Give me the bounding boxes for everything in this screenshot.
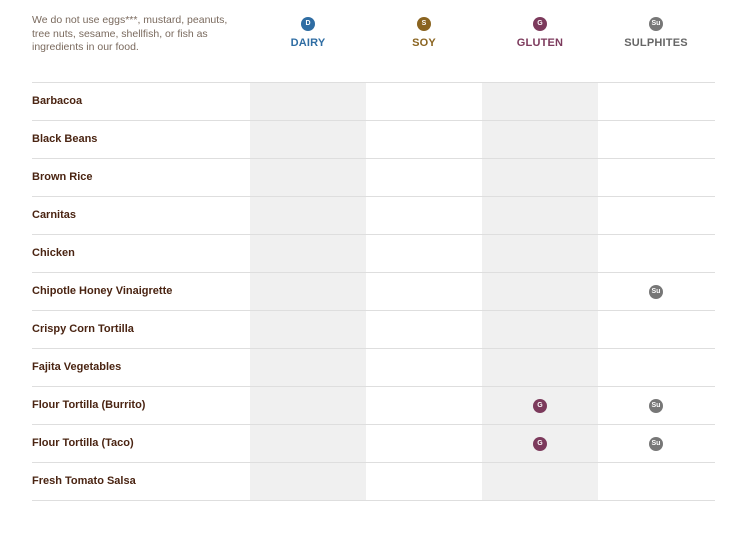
cell-dairy: [250, 311, 366, 348]
sulphites-icon: Su: [649, 17, 663, 31]
ingredient-name: Flour Tortilla (Taco): [32, 437, 134, 449]
cell-dairy: [250, 235, 366, 272]
table-row: Crispy Corn Tortilla: [32, 310, 715, 348]
sulphites-icon: Su: [649, 436, 663, 451]
cell-soy: [366, 501, 482, 538]
cell-soy: [366, 425, 482, 462]
cell-sulph: [598, 197, 714, 234]
cell-sulph: [598, 235, 714, 272]
cell-gluten: [482, 197, 598, 234]
ingredient-name: Fresh Tomato Salsa: [32, 475, 136, 487]
cell-gluten: G: [482, 425, 598, 462]
cell-dairy: [250, 387, 366, 424]
cell-sulph: Su: [598, 273, 714, 310]
cell-dairy: [250, 273, 366, 310]
cell-gluten: [482, 159, 598, 196]
cell-soy: [366, 349, 482, 386]
cell-sulph: Su: [598, 425, 714, 462]
cell-gluten: [482, 311, 598, 348]
ingredient-name: Barbacoa: [32, 95, 83, 107]
allergen-table: Barbacoa Black Beans Brown Rice Carnitas Chi…: [32, 82, 715, 538]
table-row: Black Beans: [32, 120, 715, 158]
cell-soy: [366, 159, 482, 196]
ingredient-name: Black Beans: [32, 133, 98, 145]
cell-soy: [366, 235, 482, 272]
ingredient-name: Flour Tortilla (Burrito): [32, 399, 146, 411]
column-header-soy: S SOY: [366, 17, 482, 49]
table-row: [32, 500, 715, 538]
cell-sulph: [598, 311, 714, 348]
table-row: Brown Rice: [32, 158, 715, 196]
intro-note: We do not use eggs***, mustard, peanuts,…: [32, 14, 228, 53]
cell-sulph: [598, 159, 714, 196]
ingredient-name: Fajita Vegetables: [32, 361, 122, 373]
cell-sulph: [598, 349, 714, 386]
cell-dairy: [250, 463, 366, 500]
ingredient-name: Chicken: [32, 247, 75, 259]
ingredient-name: Carnitas: [32, 209, 77, 221]
ingredient-name: Chipotle Honey Vinaigrette: [32, 285, 173, 297]
cell-sulph: [598, 83, 714, 120]
cell-dairy: [250, 83, 366, 120]
cell-gluten: [482, 501, 598, 538]
cell-dairy: [250, 349, 366, 386]
cell-gluten: [482, 349, 598, 386]
cell-soy: [366, 121, 482, 158]
cell-gluten: [482, 83, 598, 120]
ingredient-name: Brown Rice: [32, 171, 93, 183]
allergen-table-page: We do not use eggs***, mustard, peanuts,…: [32, 0, 715, 501]
column-label-dairy: DAIRY: [290, 37, 326, 49]
column-header-sulphites: Su SULPHITES: [598, 17, 714, 49]
cell-soy: [366, 83, 482, 120]
column-header-dairy: D DAIRY: [250, 17, 366, 49]
sulphites-icon: Su: [649, 284, 663, 299]
cell-sulph: [598, 121, 714, 158]
cell-gluten: G: [482, 387, 598, 424]
cell-sulph: Su: [598, 387, 714, 424]
table-row: Flour Tortilla (Taco) G Su: [32, 424, 715, 462]
cell-soy: [366, 311, 482, 348]
cell-sulph: [598, 463, 714, 500]
soy-icon: S: [417, 17, 431, 31]
ingredient-name: Crispy Corn Tortilla: [32, 323, 134, 335]
gluten-icon: G: [533, 436, 547, 451]
cell-gluten: [482, 273, 598, 310]
cell-soy: [366, 387, 482, 424]
gluten-icon: G: [533, 17, 547, 31]
column-label-gluten: GLUTEN: [516, 37, 564, 49]
table-row: Fresh Tomato Salsa: [32, 462, 715, 500]
table-row: Fajita Vegetables: [32, 348, 715, 386]
column-label-soy: SOY: [412, 37, 436, 49]
gluten-icon: G: [533, 398, 547, 413]
cell-dairy: [250, 425, 366, 462]
table-row: Carnitas: [32, 196, 715, 234]
cell-soy: [366, 273, 482, 310]
cell-gluten: [482, 235, 598, 272]
table-row: Chicken: [32, 234, 715, 272]
table-row: Barbacoa: [32, 82, 715, 120]
cell-soy: [366, 197, 482, 234]
table-row: Flour Tortilla (Burrito) G Su: [32, 386, 715, 424]
column-label-sulphites: SULPHITES: [624, 37, 688, 49]
table-row: Chipotle Honey Vinaigrette Su: [32, 272, 715, 310]
cell-dairy: [250, 121, 366, 158]
column-header-gluten: G GLUTEN: [482, 17, 598, 49]
cell-sulph: [598, 501, 714, 538]
sulphites-icon: Su: [649, 398, 663, 413]
cell-soy: [366, 463, 482, 500]
dairy-icon: D: [301, 17, 315, 31]
cell-dairy: [250, 197, 366, 234]
cell-dairy: [250, 501, 366, 538]
cell-gluten: [482, 463, 598, 500]
cell-gluten: [482, 121, 598, 158]
cell-dairy: [250, 159, 366, 196]
